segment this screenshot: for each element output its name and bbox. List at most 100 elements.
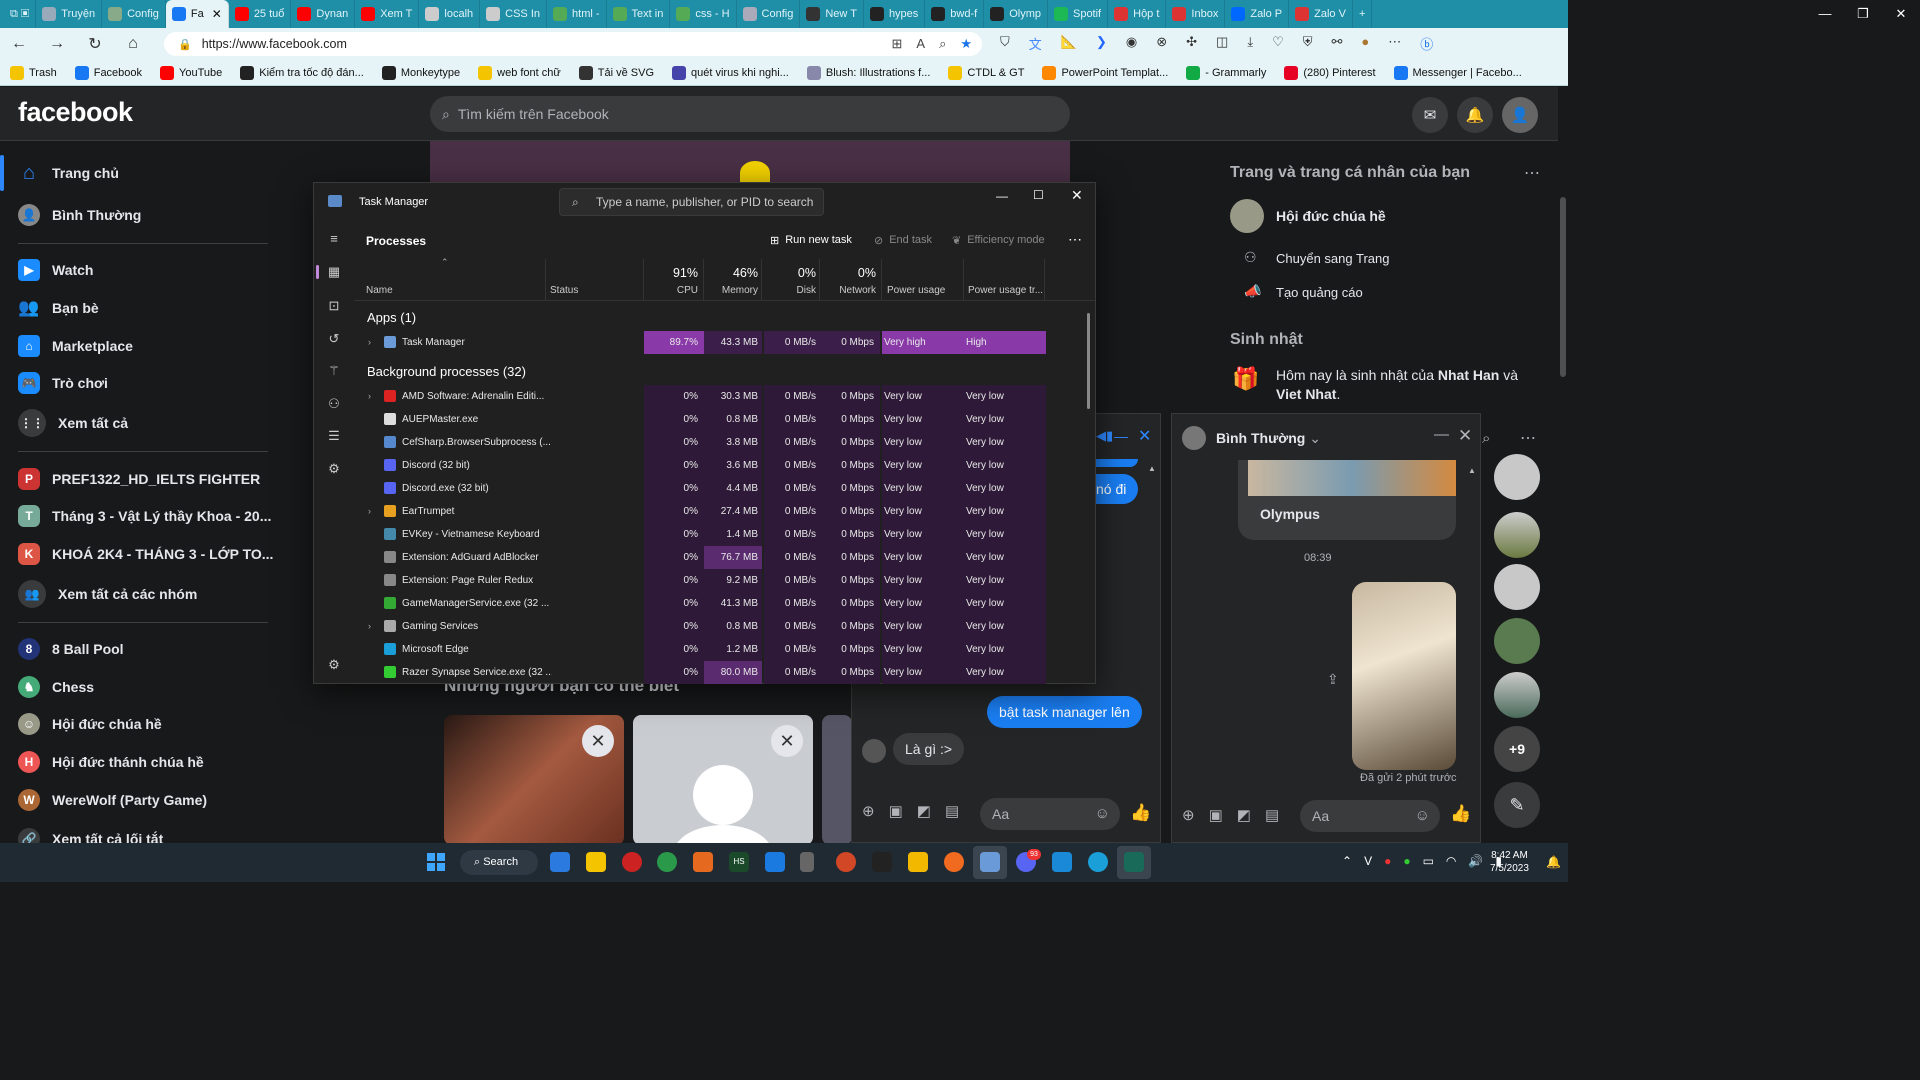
bookmark-item[interactable]: CTDL & GT [948,65,1024,80]
hamburger-menu-icon[interactable]: ≡ [326,231,342,247]
volume-icon[interactable]: 🔊 [1468,854,1483,868]
process-row[interactable]: › EarTrumpet 0% 27.4 MB 0 MB/s 0 Mbps Very low… [354,500,1059,523]
url-input[interactable]: 🔒 https://www.facebook.com ⊞ A ⌕ ★ [164,32,982,56]
browser-tab[interactable]: css - H [670,0,737,28]
chat-message-input[interactable]: Aa ☺ [980,798,1120,830]
birthday-name[interactable]: Viet Nhat [1276,386,1336,402]
close-tab-icon[interactable]: ✕ [212,7,222,21]
bookmark-item[interactable]: Monkeytype [381,65,460,80]
color-picker-icon[interactable]: ◉ [1126,34,1137,53]
chat-contact-name[interactable]: Bình Thường ⌄ [1216,430,1321,447]
extension-icon[interactable]: ❯ [1096,34,1107,53]
browser-tab[interactable]: html - [547,0,607,28]
bookmark-item[interactable]: Trash [10,65,57,80]
file-explorer-preview-icon[interactable] [550,852,570,872]
close-chat-icon[interactable]: ✕ [1458,426,1472,446]
app-icon[interactable] [657,852,677,872]
todo-icon[interactable] [765,852,785,872]
nav-watch[interactable]: ▶ Watch [0,252,280,288]
display-icon[interactable]: ▭ [1423,854,1434,868]
back-icon[interactable]: ← [0,35,38,53]
app-icon[interactable] [944,852,964,872]
nav-friends[interactable]: 👥 Bạn bè [0,290,280,326]
process-list-scrollbar[interactable] [1087,313,1090,409]
app-icon[interactable] [693,852,713,872]
wifi-icon[interactable]: ◠ [1446,854,1456,868]
vscode-icon[interactable] [1052,852,1072,872]
nav-shortcut[interactable]: ♞ Chess [0,669,280,705]
app-history-icon[interactable]: ↺ [326,331,342,347]
home-icon[interactable]: ⌂ [114,35,152,53]
facebook-search-input[interactable]: ⌕ Tìm kiếm trên Facebook [430,96,1070,132]
chat-head-avatar[interactable] [1494,564,1540,610]
browser-tab[interactable]: Hộp t [1108,0,1167,28]
powerpoint-icon[interactable] [836,852,856,872]
split-screen-icon[interactable]: ◫ [1216,34,1228,53]
browser-tab[interactable]: Fa ✕ [165,0,229,28]
browser-tab[interactable]: Dynan [291,0,356,28]
bookmark-item[interactable]: PowerPoint Templat... [1042,65,1168,80]
shared-link-card[interactable]: Olympus [1238,460,1456,540]
browser-tab[interactable]: Text in [607,0,671,28]
process-row[interactable]: GameManagerService.exe (32 ... 0% 41.3 MB 0… [354,592,1059,615]
process-row[interactable]: Razer Synapse Service.exe (32 ... 0% 80.0 … [354,661,1059,684]
share-icon[interactable]: ⚯ [1332,34,1343,53]
plus-icon[interactable]: ⊕ [862,802,875,820]
nav-see-all[interactable]: ⋮⋮ Xem tất cả [0,405,280,441]
dismiss-icon[interactable]: ✕ [771,725,803,757]
nav-marketplace[interactable]: ⌂ Marketplace [0,328,280,364]
facebook-logo[interactable]: facebook [18,97,133,128]
friend-suggestion-card[interactable]: ✕ [633,715,813,845]
app-icon[interactable] [800,852,814,872]
bookmark-item[interactable]: quét virus khi nghi... [672,65,789,80]
end-task-button[interactable]: ⊘ End task [874,234,932,247]
messenger-icon[interactable]: ✉ [1412,97,1448,133]
more-chats-badge[interactable]: +9 [1494,726,1540,772]
browser-tab[interactable]: Truyện [36,0,103,28]
nav-group[interactable]: P PREF1322_HD_IELTS FIGHTER [0,461,280,497]
app-icon[interactable] [622,852,642,872]
image-icon[interactable]: ▣ [1209,806,1223,824]
column-name[interactable]: Name [366,285,393,296]
taskbar-search-button[interactable]: ⌕ Search [460,850,538,875]
shield-icon[interactable]: ⛨ [1303,34,1313,53]
image-icon[interactable]: ▣ [889,802,903,820]
extension-icon[interactable]: ⛉ [1000,34,1010,53]
emoji-icon[interactable]: ☺ [1095,798,1110,830]
workspaces-icon[interactable]: ⧉ ▣ [4,0,37,28]
friend-suggestion-card[interactable]: ✕ [444,715,624,845]
chat-scrollbar[interactable]: ▲ [1468,466,1476,475]
details-icon[interactable]: ☰ [326,428,342,444]
browser-tab[interactable]: Olymp [984,0,1048,28]
processes-icon[interactable]: ▦ [326,264,342,280]
apps-icon[interactable]: ⊞ [891,36,902,52]
nav-profile[interactable]: 👤 Bình Thường [0,197,280,233]
sticker-icon[interactable]: ◩ [917,802,931,820]
services-icon[interactable]: ⚙ [326,461,342,477]
page-name[interactable]: Hội đức chúa hề [1276,208,1386,224]
nav-shortcut[interactable]: H Hội đức thánh chúa hề [0,744,280,780]
nav-group[interactable]: T Tháng 3 - Vật Lý thầy Khoa - 20... [0,498,280,534]
nav-games[interactable]: 🎮 Trò chơi [0,365,280,401]
efficiency-mode-button[interactable]: ❦ Efficiency mode [952,234,1045,247]
puzzle-icon[interactable]: ✣ [1186,34,1197,53]
run-new-task-button[interactable]: ⊞ Run new task [770,234,852,247]
process-row[interactable]: Microsoft Edge 0% 1.2 MB 0 MB/s 0 Mbps Very l… [354,638,1059,661]
bookmark-item[interactable]: Messenger | Facebo... [1393,65,1522,80]
browser-tab[interactable]: Spotif [1048,0,1109,28]
nav-shortcut[interactable]: ☺ Hội đức chúa hề [0,706,280,742]
translate-icon[interactable]: 文 [1029,34,1042,53]
friend-suggestion-card[interactable] [822,715,852,845]
column-cpu[interactable]: CPU [650,285,698,296]
minimize-icon[interactable]: — [1806,0,1844,28]
profile-avatar-icon[interactable]: ● [1361,34,1369,53]
read-aloud-icon[interactable]: A [916,36,925,52]
browser-tab[interactable]: bwd-f [925,0,985,28]
browser-tab[interactable]: Zalo P [1225,0,1290,28]
bookmark-item[interactable]: Blush: Illustrations f... [806,65,930,80]
column-disk[interactable]: Disk [764,285,816,296]
chat-head-avatar[interactable] [1494,618,1540,664]
switch-to-page-link[interactable]: Chuyển sang Trang [1276,251,1389,266]
sticker-icon[interactable]: ◩ [1237,806,1251,824]
browser-tab[interactable]: localh [419,0,481,28]
